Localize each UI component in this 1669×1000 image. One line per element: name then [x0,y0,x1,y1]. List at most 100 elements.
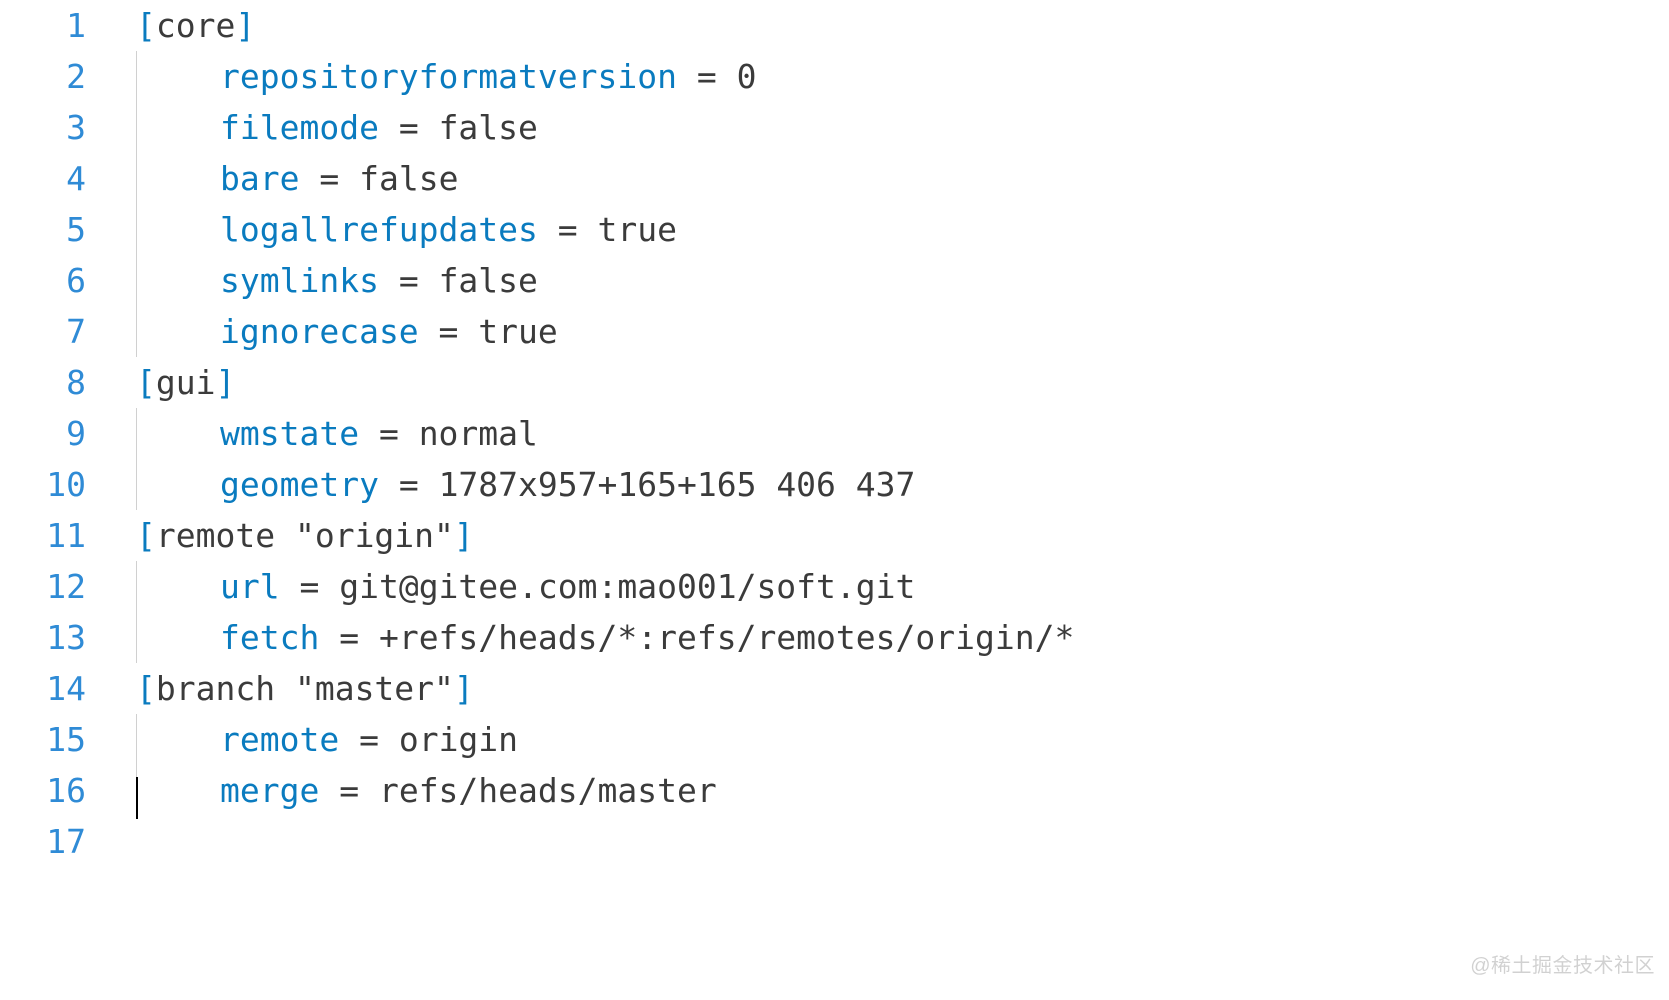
line-content[interactable]: repositoryformatversion = 0 [96,51,756,102]
indent-guide [136,255,137,306]
code-line[interactable]: 11[remote "origin"] [0,510,1669,561]
config-value: 1787x957+165+165 406 437 [439,465,916,504]
bracket-open: [ [136,516,156,555]
code-line[interactable]: 8[gui] [0,357,1669,408]
line-number: 17 [0,816,96,867]
section-name: gui [156,363,216,402]
bracket-open: [ [136,669,156,708]
equals-sign: = [319,618,379,657]
line-number: 15 [0,714,96,765]
line-number: 14 [0,663,96,714]
code-line[interactable]: 16merge = refs/heads/master [0,765,1669,816]
line-number: 9 [0,408,96,459]
code-editor[interactable]: 1[core]2repositoryformatversion = 03file… [0,0,1669,867]
config-value: origin [399,720,518,759]
code-line[interactable]: 17 [0,816,1669,867]
code-line[interactable]: 13fetch = +refs/heads/*:refs/remotes/ori… [0,612,1669,663]
equals-sign: = [280,567,340,606]
line-content[interactable]: wmstate = normal [96,408,538,459]
equals-sign: = [677,57,737,96]
line-content[interactable]: url = git@gitee.com:mao001/soft.git [96,561,915,612]
line-number: 3 [0,102,96,153]
code-line[interactable]: 2repositoryformatversion = 0 [0,51,1669,102]
equals-sign: = [299,159,359,198]
section-name: core [156,6,235,45]
equals-sign: = [319,771,379,810]
line-content[interactable]: ignorecase = true [96,306,558,357]
bracket-close: ] [454,669,474,708]
code-line[interactable]: 15remote = origin [0,714,1669,765]
indent-guide [136,561,137,612]
config-value: true [598,210,677,249]
code-line[interactable]: 6symlinks = false [0,255,1669,306]
indent-guide [136,204,137,255]
line-number: 11 [0,510,96,561]
watermark-text: @稀土掘金技术社区 [1470,941,1655,992]
line-content[interactable]: symlinks = false [96,255,538,306]
code-line[interactable]: 10geometry = 1787x957+165+165 406 437 [0,459,1669,510]
equals-sign: = [379,108,439,147]
line-content[interactable]: [gui] [96,357,235,408]
line-number: 6 [0,255,96,306]
line-number: 16 [0,765,96,816]
config-value: git@gitee.com:mao001/soft.git [339,567,915,606]
line-content[interactable]: remote = origin [96,714,518,765]
code-line[interactable]: 4bare = false [0,153,1669,204]
config-value: false [439,261,538,300]
line-content[interactable]: [branch "master"] [96,663,474,714]
line-number: 4 [0,153,96,204]
text-cursor [136,777,138,819]
line-number: 2 [0,51,96,102]
line-number: 5 [0,204,96,255]
indent-guide [136,306,137,357]
config-key: repositoryformatversion [220,57,677,96]
line-content[interactable]: logallrefupdates = true [96,204,677,255]
indent-guide [136,714,137,765]
indent-guide [136,51,137,102]
config-key: filemode [220,108,379,147]
config-value: 0 [737,57,757,96]
code-line[interactable]: 1[core] [0,0,1669,51]
bracket-close: ] [454,516,474,555]
config-key: logallrefupdates [220,210,538,249]
line-number: 10 [0,459,96,510]
section-string: "origin" [275,516,454,555]
line-content[interactable]: [core] [96,0,255,51]
config-key: fetch [220,618,319,657]
indent-guide [136,102,137,153]
indent-guide [136,459,137,510]
line-number: 1 [0,0,96,51]
section-name: branch [156,669,275,708]
indent-guide [136,153,137,204]
line-content[interactable]: fetch = +refs/heads/*:refs/remotes/origi… [96,612,1074,663]
line-content[interactable]: merge = refs/heads/master [96,765,717,816]
line-content[interactable]: [remote "origin"] [96,510,474,561]
line-number: 13 [0,612,96,663]
section-string: "master" [275,669,454,708]
config-key: url [220,567,280,606]
config-value: true [478,312,557,351]
line-number: 8 [0,357,96,408]
bracket-close: ] [235,6,255,45]
config-key: wmstate [220,414,359,453]
config-value: +refs/heads/*:refs/remotes/origin/* [379,618,1074,657]
code-line[interactable]: 7ignorecase = true [0,306,1669,357]
code-line[interactable]: 3filemode = false [0,102,1669,153]
config-value: false [359,159,458,198]
indent-guide [136,612,137,663]
line-number: 12 [0,561,96,612]
equals-sign: = [359,414,419,453]
config-key: ignorecase [220,312,419,351]
config-key: remote [220,720,339,759]
equals-sign: = [379,465,439,504]
code-line[interactable]: 9wmstate = normal [0,408,1669,459]
line-content[interactable]: filemode = false [96,102,538,153]
bracket-close: ] [215,363,235,402]
line-content[interactable]: geometry = 1787x957+165+165 406 437 [96,459,915,510]
code-line[interactable]: 5logallrefupdates = true [0,204,1669,255]
config-key: symlinks [220,261,379,300]
code-line[interactable]: 14[branch "master"] [0,663,1669,714]
equals-sign: = [538,210,598,249]
line-content[interactable]: bare = false [96,153,458,204]
code-line[interactable]: 12url = git@gitee.com:mao001/soft.git [0,561,1669,612]
